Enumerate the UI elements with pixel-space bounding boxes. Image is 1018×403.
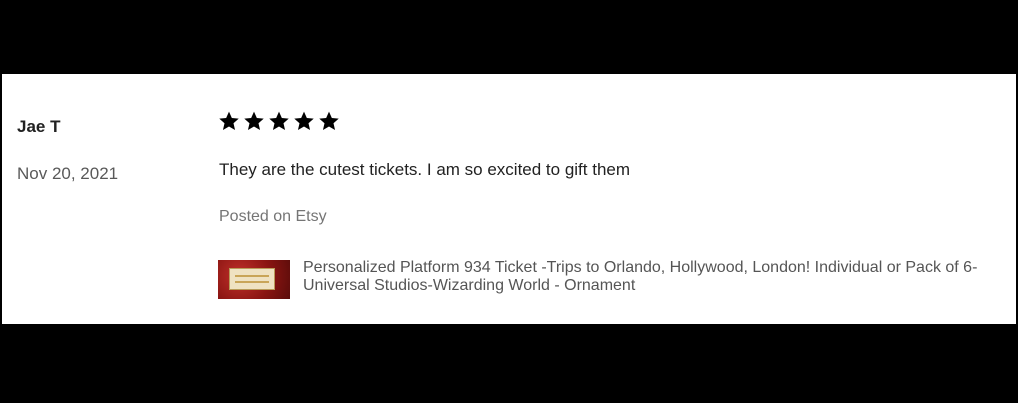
review-text: They are the cutest tickets. I am so exc…: [219, 160, 631, 179]
star-rating: [218, 110, 340, 132]
ticket-image: [229, 268, 275, 290]
review-source: Posted on Etsy: [219, 208, 327, 225]
product-title[interactable]: Personalized Platform 934 Ticket -Trips …: [303, 259, 1008, 295]
star-icon: [219, 111, 239, 130]
star-icon: [319, 111, 339, 130]
product-link[interactable]: Personalized Platform 934 Ticket -Trips …: [218, 259, 1008, 299]
reviewer-name: Jae T: [17, 117, 61, 136]
star-icon: [244, 111, 264, 130]
star-icon: [269, 111, 289, 130]
review-card: Jae T Nov 20, 2021 They are the cutest t…: [2, 74, 1016, 324]
review-date: Nov 20, 2021: [17, 164, 119, 183]
product-thumbnail[interactable]: [218, 260, 290, 299]
screenshot-frame: Jae T Nov 20, 2021 They are the cutest t…: [0, 0, 1018, 403]
star-icon: [294, 111, 314, 130]
